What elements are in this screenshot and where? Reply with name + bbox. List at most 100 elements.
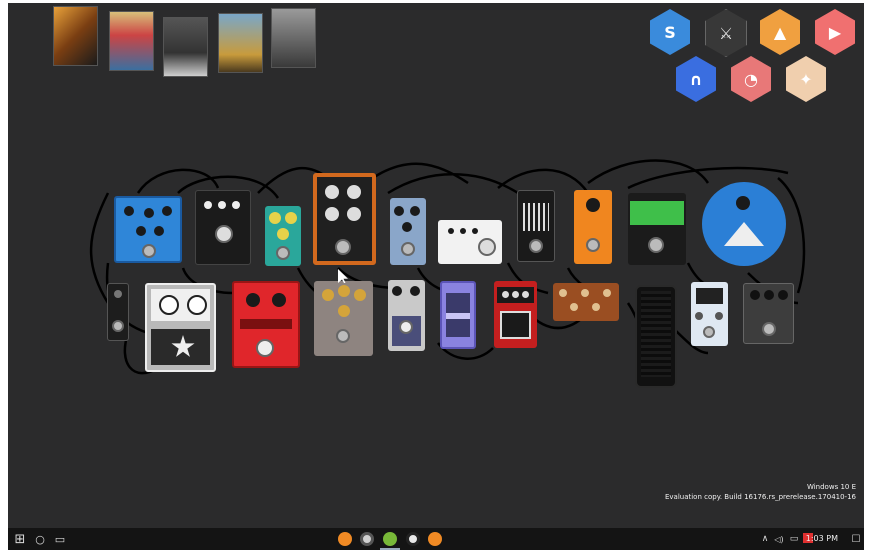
pedal-taupe[interactable] (314, 281, 373, 356)
pedal-knob[interactable] (114, 290, 122, 298)
pedal-knob[interactable] (338, 285, 350, 297)
pedal-dark-grey[interactable] (743, 283, 794, 344)
pedal-dial[interactable] (724, 222, 764, 246)
footswitch[interactable] (648, 237, 664, 253)
footswitch[interactable] (142, 244, 156, 258)
footswitch[interactable] (401, 242, 415, 256)
pedal-knob[interactable] (124, 206, 134, 216)
pedal-pad[interactable] (500, 311, 531, 339)
search-icon[interactable]: ○ (32, 531, 48, 547)
footswitch[interactable] (703, 326, 715, 338)
pedal-orange[interactable] (574, 190, 612, 264)
pedal-knob[interactable] (592, 303, 600, 311)
pedal-knob[interactable] (472, 228, 478, 234)
pedal-mini-white[interactable] (691, 282, 728, 346)
pedal-knob[interactable] (603, 289, 611, 297)
volume-icon[interactable]: ◁) (772, 531, 786, 547)
footswitch[interactable] (256, 339, 274, 357)
network-icon[interactable]: ▭ (788, 531, 800, 547)
pedal-wah[interactable] (635, 285, 677, 388)
pedal-knob[interactable] (136, 226, 146, 236)
tray-up-icon[interactable]: ∧ (760, 531, 770, 547)
pedal-knob[interactable] (232, 201, 240, 209)
pedal-knob[interactable] (246, 293, 260, 307)
pedal-knob[interactable] (586, 198, 600, 212)
pedal-knob[interactable] (410, 206, 420, 216)
pedal-knob[interactable] (338, 305, 350, 317)
pedal-blue[interactable] (114, 196, 182, 263)
pedal-knob[interactable] (750, 290, 760, 300)
pedal-knob[interactable] (154, 226, 164, 236)
pedal-knob[interactable] (269, 212, 281, 224)
pedal-knob[interactable] (159, 295, 179, 315)
pedal-knob[interactable] (285, 212, 297, 224)
footswitch[interactable] (336, 329, 350, 343)
pedal-green[interactable] (628, 193, 686, 265)
pedal-knob[interactable] (522, 291, 529, 298)
pedal-black[interactable] (195, 190, 251, 265)
notifications-icon[interactable]: ☐ (850, 531, 862, 547)
pedal-knob[interactable] (512, 291, 519, 298)
pedal-orange-frame[interactable] (313, 173, 376, 265)
pedal-eq[interactable] (517, 190, 555, 262)
footswitch[interactable] (276, 246, 290, 260)
footswitch[interactable] (335, 239, 351, 255)
pedal-knob[interactable] (502, 291, 509, 298)
pedal-knob[interactable] (778, 290, 788, 300)
pedal-knob[interactable] (272, 293, 286, 307)
pedal-knob[interactable] (402, 222, 412, 232)
taskbar-firefox-2[interactable] (428, 532, 442, 546)
taskbar-app-green[interactable] (383, 532, 397, 546)
wah-treadle[interactable] (641, 291, 671, 377)
pedal-knob[interactable] (187, 295, 207, 315)
pedal-purple[interactable] (440, 281, 476, 349)
pedal-knob[interactable] (764, 290, 774, 300)
pedal-red[interactable] (232, 281, 300, 368)
pedal-knob[interactable] (559, 289, 567, 297)
eq-sliders[interactable] (523, 203, 549, 231)
pedal-knob[interactable] (695, 312, 703, 320)
footswitch[interactable] (762, 322, 776, 336)
pedal-knob[interactable] (325, 207, 339, 221)
windows-start-icon[interactable]: ⊞ (12, 531, 28, 547)
pedal-knob[interactable] (715, 312, 723, 320)
pedal-knob[interactable] (410, 286, 420, 296)
pedal-knob[interactable] (325, 185, 339, 199)
footswitch[interactable] (399, 320, 413, 334)
taskbar-app-white[interactable] (406, 532, 420, 546)
task-view-icon[interactable]: ▭ (52, 531, 68, 547)
pedal-knob[interactable] (460, 228, 466, 234)
pedal-knob[interactable] (736, 196, 750, 210)
pedal-knob[interactable] (354, 289, 366, 301)
footswitch[interactable] (112, 320, 124, 332)
pedal-grey-big[interactable] (145, 283, 216, 372)
taskbar-firefox[interactable] (338, 532, 352, 546)
pedal-knob[interactable] (448, 228, 454, 234)
pedal-knob[interactable] (218, 201, 226, 209)
footswitch[interactable] (215, 225, 233, 243)
pedal-white[interactable] (438, 220, 502, 264)
pedal-knob[interactable] (394, 206, 404, 216)
pedal-knob[interactable] (277, 228, 289, 240)
taskbar-chrome[interactable] (360, 532, 374, 546)
pedal-knob[interactable] (347, 185, 361, 199)
pedal-mini-black[interactable] (107, 283, 129, 341)
pedal-knob[interactable] (162, 206, 172, 216)
footswitch[interactable] (529, 239, 543, 253)
pedal-knob[interactable] (570, 303, 578, 311)
pedal-knob[interactable] (581, 289, 589, 297)
clock[interactable]: 1:03 PM (806, 534, 838, 543)
pedal-teal[interactable] (265, 206, 301, 266)
pedal-round-blue[interactable] (702, 182, 786, 266)
pedal-knob[interactable] (204, 201, 212, 209)
footswitch[interactable] (478, 238, 496, 256)
pedal-knob[interactable] (347, 207, 361, 221)
pedal-knob[interactable] (322, 289, 334, 301)
pedal-red-black[interactable] (494, 281, 537, 348)
pedal-knob[interactable] (144, 208, 154, 218)
footswitch[interactable] (586, 238, 600, 252)
pedal-silver[interactable] (388, 280, 425, 351)
pedal-brown[interactable] (553, 283, 619, 321)
pedal-knob[interactable] (392, 286, 402, 296)
pedal-steel-blue[interactable] (390, 198, 426, 265)
